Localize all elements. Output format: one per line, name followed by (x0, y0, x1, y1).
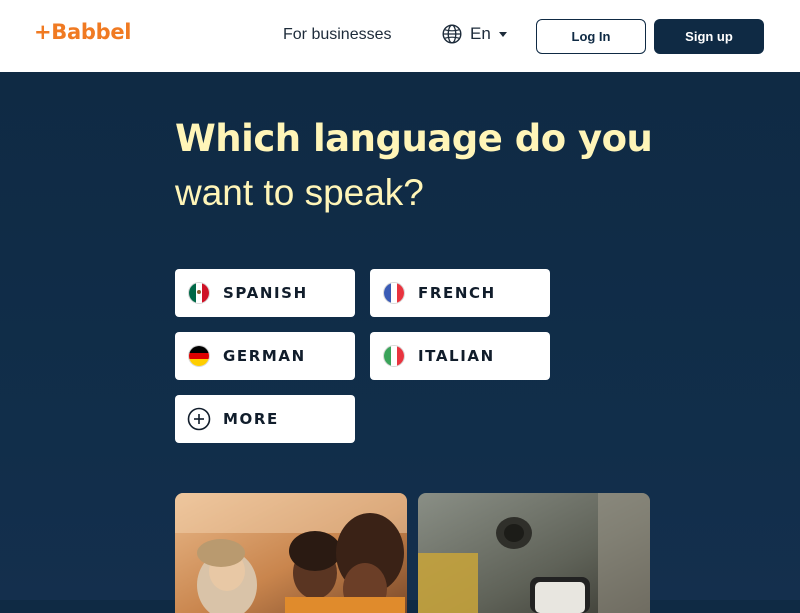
italy-flag-icon (383, 345, 405, 367)
hero-title-line1: Which language do you (175, 117, 653, 160)
language-selector[interactable]: En (442, 24, 507, 44)
for-businesses-link[interactable]: For businesses (283, 26, 392, 44)
germany-flag-icon (188, 345, 210, 367)
language-label: ITALIAN (418, 347, 495, 365)
language-code: En (470, 24, 491, 43)
phone-photo (418, 493, 650, 613)
language-option-french[interactable]: FRENCH (370, 269, 550, 317)
language-label: SPANISH (223, 284, 308, 302)
signup-button[interactable]: Sign up (654, 19, 764, 54)
france-flag-icon (383, 282, 405, 304)
globe-icon (442, 24, 462, 44)
top-navigation-bar: +Babbel For businesses En Log In Sign up (0, 0, 800, 72)
login-button[interactable]: Log In (536, 19, 646, 54)
language-option-italian[interactable]: ITALIAN (370, 332, 550, 380)
plus-circle-icon (187, 407, 211, 431)
language-option-spanish[interactable]: SPANISH (175, 269, 355, 317)
mexico-flag-icon (188, 282, 210, 304)
caret-down-icon (498, 31, 507, 37)
language-option-german[interactable]: GERMAN (175, 332, 355, 380)
learners-photo (175, 493, 407, 613)
language-option-more[interactable]: MORE (175, 395, 355, 443)
language-label: MORE (223, 410, 279, 428)
language-label: GERMAN (223, 347, 306, 365)
hero-title-line2: want to speak? (175, 172, 424, 213)
babbel-logo[interactable]: +Babbel (34, 20, 131, 44)
language-label: FRENCH (418, 284, 496, 302)
